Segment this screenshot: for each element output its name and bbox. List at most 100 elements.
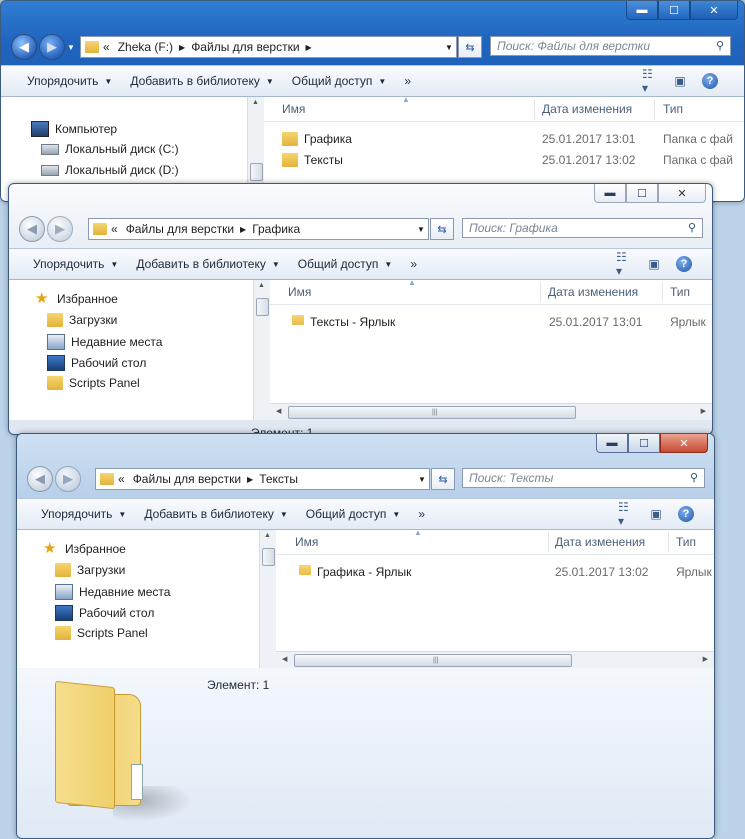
nav-item-recent-places[interactable]: Недавние места xyxy=(47,334,162,350)
scroll-thumb[interactable] xyxy=(262,548,275,566)
help-icon[interactable]: ? xyxy=(676,256,692,272)
back-arrow-icon[interactable]: ◀ xyxy=(27,466,53,492)
breadcrumb-item[interactable]: Графика xyxy=(252,222,300,236)
preview-pane-icon[interactable]: ▣ xyxy=(672,74,688,88)
address-bar[interactable]: « Zheka (F:) ▶ Файлы для верстки ▶ ▼ xyxy=(80,36,457,58)
scroll-left-icon[interactable]: ◀ xyxy=(276,407,281,415)
maximize-button[interactable]: ☐ xyxy=(626,184,658,203)
chevron-right-icon[interactable]: ▶ xyxy=(240,225,246,234)
views-icon[interactable]: ☷ ▾ xyxy=(616,250,632,278)
nav-item-favorites[interactable]: ★ Избранное xyxy=(43,541,126,556)
scroll-up-icon[interactable]: ▲ xyxy=(252,99,259,106)
forward-arrow-icon[interactable]: ▶ xyxy=(47,216,73,242)
breadcrumb-item[interactable]: Файлы для верстки xyxy=(191,40,299,54)
column-type[interactable]: Тип xyxy=(670,285,690,299)
file-row[interactable]: Тексты - Ярлык 25.01.2017 13:01 Ярлык xyxy=(270,312,712,332)
file-row[interactable]: Графика 25.01.2017 13:01 Папка с фай xyxy=(264,129,744,149)
organize-button[interactable]: Упорядочить ▼ xyxy=(41,507,126,521)
column-date[interactable]: Дата изменения xyxy=(548,285,638,299)
forward-arrow-icon[interactable]: ▶ xyxy=(55,466,81,492)
scroll-left-icon[interactable]: ◀ xyxy=(282,655,287,663)
column-date[interactable]: Дата изменения xyxy=(542,102,632,116)
horizontal-scrollbar[interactable]: ◀ ||| ▶ xyxy=(270,403,712,420)
nav-item-downloads[interactable]: Загрузки xyxy=(47,313,117,327)
column-date[interactable]: Дата изменения xyxy=(555,535,645,549)
forward-arrow-icon[interactable]: ▶ xyxy=(39,34,65,60)
minimize-button[interactable]: ▬ xyxy=(626,1,658,20)
close-button[interactable]: ✕ xyxy=(658,184,706,203)
chevron-right-icon[interactable]: ▶ xyxy=(306,43,312,52)
scroll-right-icon[interactable]: ▶ xyxy=(701,407,706,415)
column-name[interactable]: Имя xyxy=(288,285,311,299)
address-bar[interactable]: « Файлы для верстки ▶ Тексты ▼ xyxy=(95,468,430,490)
column-type[interactable]: Тип xyxy=(663,102,683,116)
maximize-button[interactable]: ☐ xyxy=(628,434,660,453)
scroll-thumb[interactable]: ||| xyxy=(294,654,572,667)
help-icon[interactable]: ? xyxy=(678,506,694,522)
breadcrumb-item[interactable]: Zheka (F:) xyxy=(118,40,173,54)
nav-item-disk-d[interactable]: Локальный диск (D:) xyxy=(41,163,179,177)
scroll-right-icon[interactable]: ▶ xyxy=(703,655,708,663)
chevron-right-icon[interactable]: ▶ xyxy=(179,43,185,52)
address-dropdown-icon[interactable]: ▼ xyxy=(415,475,429,484)
nav-item-scripts-panel[interactable]: Scripts Panel xyxy=(55,626,148,640)
column-name[interactable]: Имя xyxy=(282,102,305,116)
add-to-library-button[interactable]: Добавить в библиотеку ▼ xyxy=(136,257,279,271)
nav-scrollbar[interactable]: ▲ xyxy=(253,280,270,420)
add-to-library-button[interactable]: Добавить в библиотеку ▼ xyxy=(144,507,287,521)
nav-item-desktop[interactable]: Рабочий стол xyxy=(55,605,154,621)
breadcrumb-overflow[interactable]: « xyxy=(103,40,110,54)
help-icon[interactable]: ? xyxy=(702,73,718,89)
share-button[interactable]: Общий доступ ▼ xyxy=(306,507,401,521)
more-commands-button[interactable]: » xyxy=(410,257,417,271)
back-arrow-icon[interactable]: ◀ xyxy=(11,34,37,60)
search-input[interactable]: Поиск: Файлы для верстки ⚲ xyxy=(490,36,731,56)
address-dropdown-icon[interactable]: ▼ xyxy=(414,225,428,234)
close-button[interactable]: ✕ xyxy=(660,434,708,453)
more-commands-button[interactable]: » xyxy=(418,507,425,521)
nav-item-desktop[interactable]: Рабочий стол xyxy=(47,355,146,371)
refresh-icon[interactable]: ⇆ xyxy=(431,468,455,490)
column-type[interactable]: Тип xyxy=(676,535,696,549)
add-to-library-button[interactable]: Добавить в библиотеку ▼ xyxy=(130,74,273,88)
search-icon[interactable]: ⚲ xyxy=(688,221,696,234)
breadcrumb-item[interactable]: Файлы для верстки xyxy=(126,222,234,236)
nav-item-disk-c[interactable]: Локальный диск (C:) xyxy=(41,142,179,156)
minimize-button[interactable]: ▬ xyxy=(596,434,628,453)
scroll-thumb[interactable] xyxy=(256,298,269,316)
breadcrumb-overflow[interactable]: « xyxy=(118,472,125,486)
search-input[interactable]: Поиск: Тексты ⚲ xyxy=(462,468,705,488)
views-icon[interactable]: ☷ ▾ xyxy=(642,67,658,95)
chevron-right-icon[interactable]: ▶ xyxy=(247,475,253,484)
scroll-up-icon[interactable]: ▲ xyxy=(264,532,271,539)
explorer-window-graphics[interactable]: ▬ ☐ ✕ ◀ ▶ « Файлы для верстки ▶ Графика … xyxy=(8,183,713,435)
share-button[interactable]: Общий доступ ▼ xyxy=(298,257,393,271)
horizontal-scrollbar[interactable]: ◀ ||| ▶ xyxy=(276,651,714,668)
search-icon[interactable]: ⚲ xyxy=(690,471,698,484)
explorer-window-files[interactable]: ▬ ☐ ✕ ◀ ▶ ▼ « Zheka (F:) ▶ Файлы для вер… xyxy=(0,0,745,202)
share-button[interactable]: Общий доступ ▼ xyxy=(292,74,387,88)
nav-item-downloads[interactable]: Загрузки xyxy=(55,563,125,577)
breadcrumb-overflow[interactable]: « xyxy=(111,222,118,236)
preview-pane-icon[interactable]: ▣ xyxy=(646,257,662,271)
nav-item-favorites[interactable]: ★ Избранное xyxy=(35,291,118,306)
nav-item-computer[interactable]: Компьютер xyxy=(31,121,117,137)
close-button[interactable]: ✕ xyxy=(690,1,738,20)
maximize-button[interactable]: ☐ xyxy=(658,1,690,20)
breadcrumb-item[interactable]: Тексты xyxy=(259,472,298,486)
organize-button[interactable]: Упорядочить ▼ xyxy=(33,257,118,271)
recent-pages-dropdown[interactable]: ▼ xyxy=(67,43,75,52)
breadcrumb-item[interactable]: Файлы для верстки xyxy=(133,472,241,486)
more-commands-button[interactable]: » xyxy=(404,74,411,88)
minimize-button[interactable]: ▬ xyxy=(594,184,626,203)
refresh-icon[interactable]: ⇆ xyxy=(430,218,454,240)
column-name[interactable]: Имя xyxy=(295,535,318,549)
organize-button[interactable]: Упорядочить ▼ xyxy=(27,74,112,88)
nav-item-scripts-panel[interactable]: Scripts Panel xyxy=(47,376,140,390)
back-arrow-icon[interactable]: ◀ xyxy=(19,216,45,242)
file-row[interactable]: Графика - Ярлык 25.01.2017 13:02 Ярлык xyxy=(276,562,714,582)
file-row[interactable]: Тексты 25.01.2017 13:02 Папка с фай xyxy=(264,150,744,170)
address-dropdown-icon[interactable]: ▼ xyxy=(442,43,456,52)
nav-scrollbar[interactable]: ▲ xyxy=(259,530,276,668)
preview-pane-icon[interactable]: ▣ xyxy=(648,507,664,521)
